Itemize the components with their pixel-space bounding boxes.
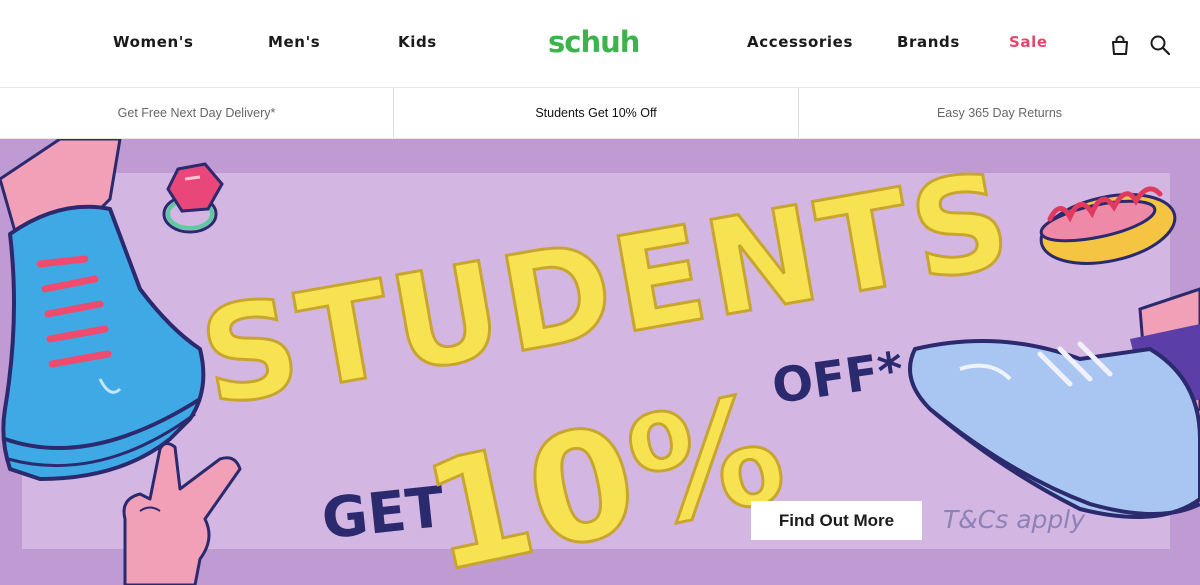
tcs-apply-link[interactable]: T&Cs apply: [943, 505, 1085, 534]
schuh-logo[interactable]: schuh: [548, 25, 640, 59]
nav-link-kids[interactable]: Kids: [398, 33, 437, 51]
usp-easy-returns[interactable]: Easy 365 Day Returns: [799, 88, 1200, 138]
bag-icon[interactable]: [1109, 34, 1131, 56]
find-out-more-button[interactable]: Find Out More: [751, 501, 922, 540]
usp-student-discount[interactable]: Students Get 10% Off: [394, 88, 798, 138]
nav-link-brands[interactable]: Brands: [897, 33, 960, 51]
nav-link-sale[interactable]: Sale: [1009, 33, 1048, 51]
search-icon[interactable]: [1149, 34, 1171, 56]
site-header: Women's Men's Kids schuh Accessories Bra…: [0, 0, 1200, 88]
nav-link-accessories[interactable]: Accessories: [747, 33, 853, 51]
usp-free-delivery[interactable]: Get Free Next Day Delivery*: [0, 88, 393, 138]
nav-link-mens[interactable]: Men's: [268, 33, 320, 51]
usp-strip: Get Free Next Day Delivery* Students Get…: [0, 88, 1200, 139]
nav-link-womens[interactable]: Women's: [113, 33, 194, 51]
